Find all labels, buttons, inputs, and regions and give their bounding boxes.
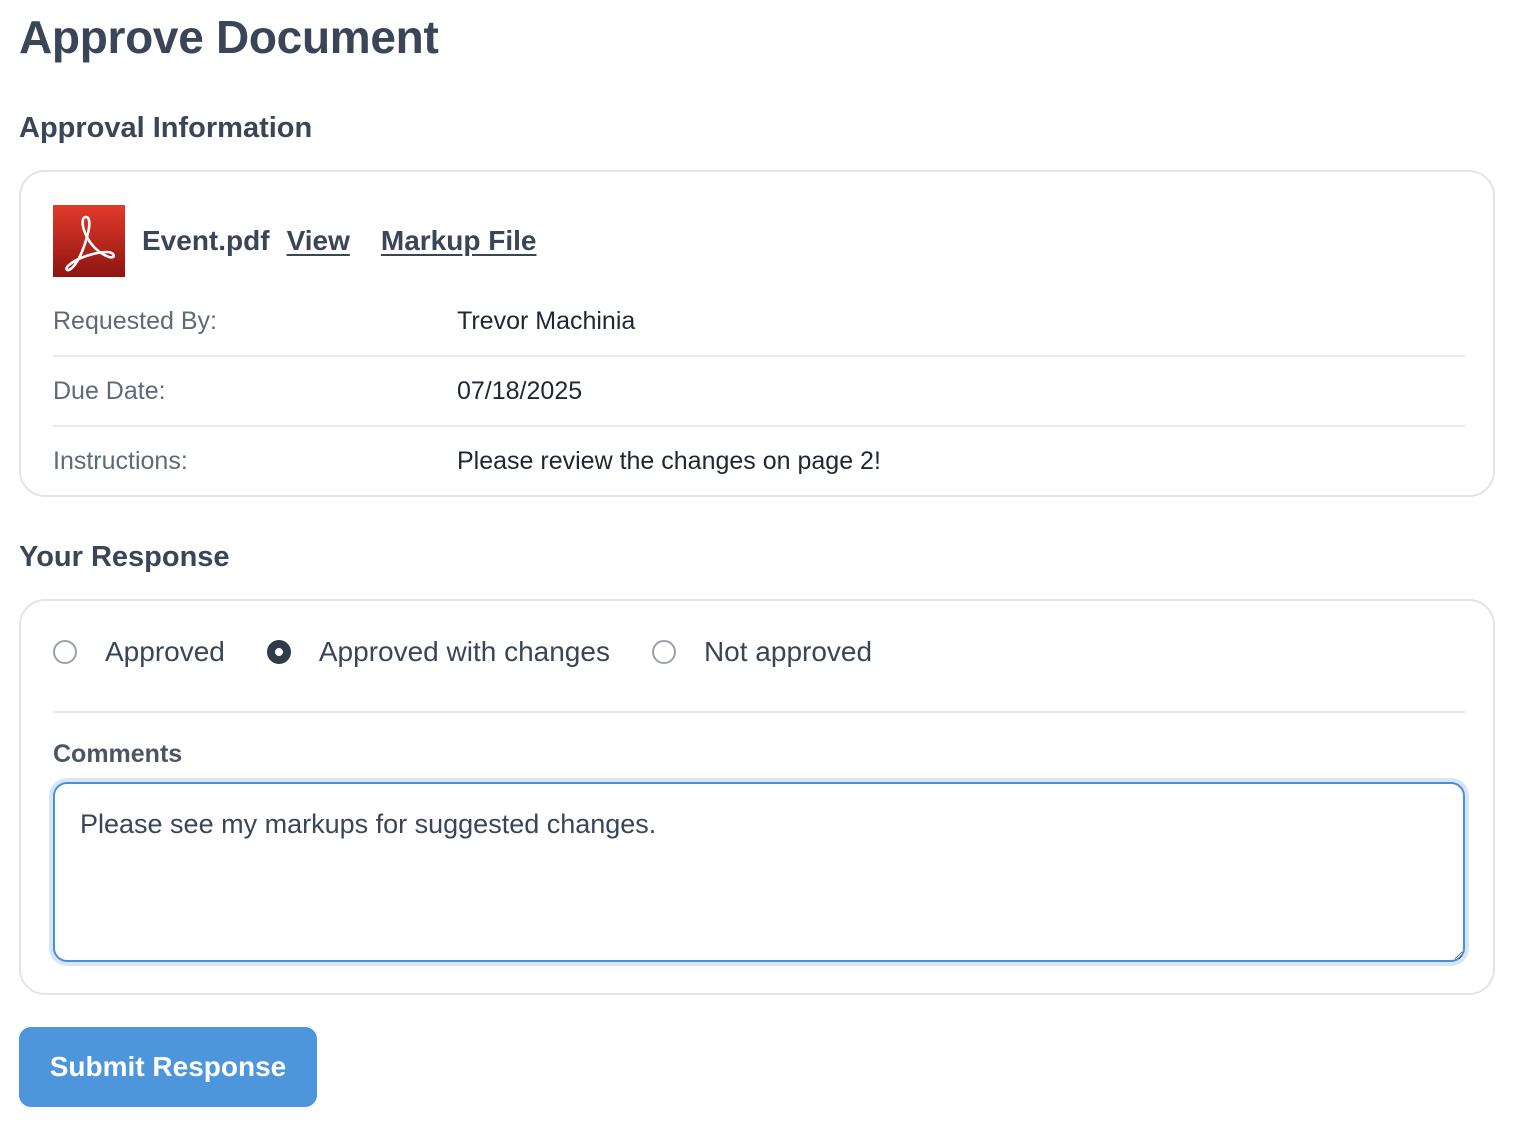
radio-not-approved[interactable] (651, 640, 676, 664)
approval-info-card: Event.pdf View Markup File Requested By:… (19, 170, 1495, 497)
pdf-file-icon (53, 205, 125, 277)
page-title: Approve Document (19, 11, 439, 63)
due-date-value: 07/18/2025 (457, 377, 583, 405)
submit-response-button[interactable]: Submit Response (19, 1027, 317, 1107)
radio-approved[interactable] (53, 640, 77, 664)
radio-option-approved-with-changes[interactable]: Approved with changes (266, 636, 610, 668)
radio-label-approved-with-changes[interactable]: Approved with changes (319, 636, 610, 668)
your-response-heading: Your Response (19, 541, 230, 573)
response-radio-group: Approved Approved with changes Not appro… (53, 635, 872, 669)
file-name: Event.pdf (142, 225, 270, 256)
comments-label: Comments (53, 740, 183, 768)
radio-label-approved[interactable]: Approved (105, 636, 225, 668)
requested-by-value: Trevor Machinia (457, 307, 636, 335)
radio-option-approved[interactable]: Approved (53, 636, 225, 668)
due-date-label: Due Date: (53, 377, 166, 405)
detail-row-due-date: Due Date: 07/18/2025 (53, 357, 1465, 427)
detail-row-instructions: Instructions: Please review the changes … (53, 427, 1465, 497)
radio-approved-with-changes[interactable] (266, 640, 291, 664)
approval-info-heading: Approval Information (19, 112, 313, 144)
view-file-link[interactable]: View (287, 225, 350, 257)
radio-option-not-approved[interactable]: Not approved (651, 636, 872, 668)
markup-file-link[interactable]: Markup File (381, 225, 537, 257)
comments-textarea[interactable]: Please see my markups for suggested chan… (53, 782, 1465, 962)
file-row: Event.pdf View Markup File (53, 205, 536, 277)
instructions-label: Instructions: (53, 447, 188, 475)
response-divider (53, 711, 1465, 713)
detail-row-requested-by: Requested By: Trevor Machinia (53, 287, 1465, 357)
instructions-value: Please review the changes on page 2! (457, 447, 881, 475)
requested-by-label: Requested By: (53, 307, 217, 335)
radio-label-not-approved[interactable]: Not approved (704, 636, 872, 668)
response-card: Approved Approved with changes Not appro… (19, 599, 1495, 995)
